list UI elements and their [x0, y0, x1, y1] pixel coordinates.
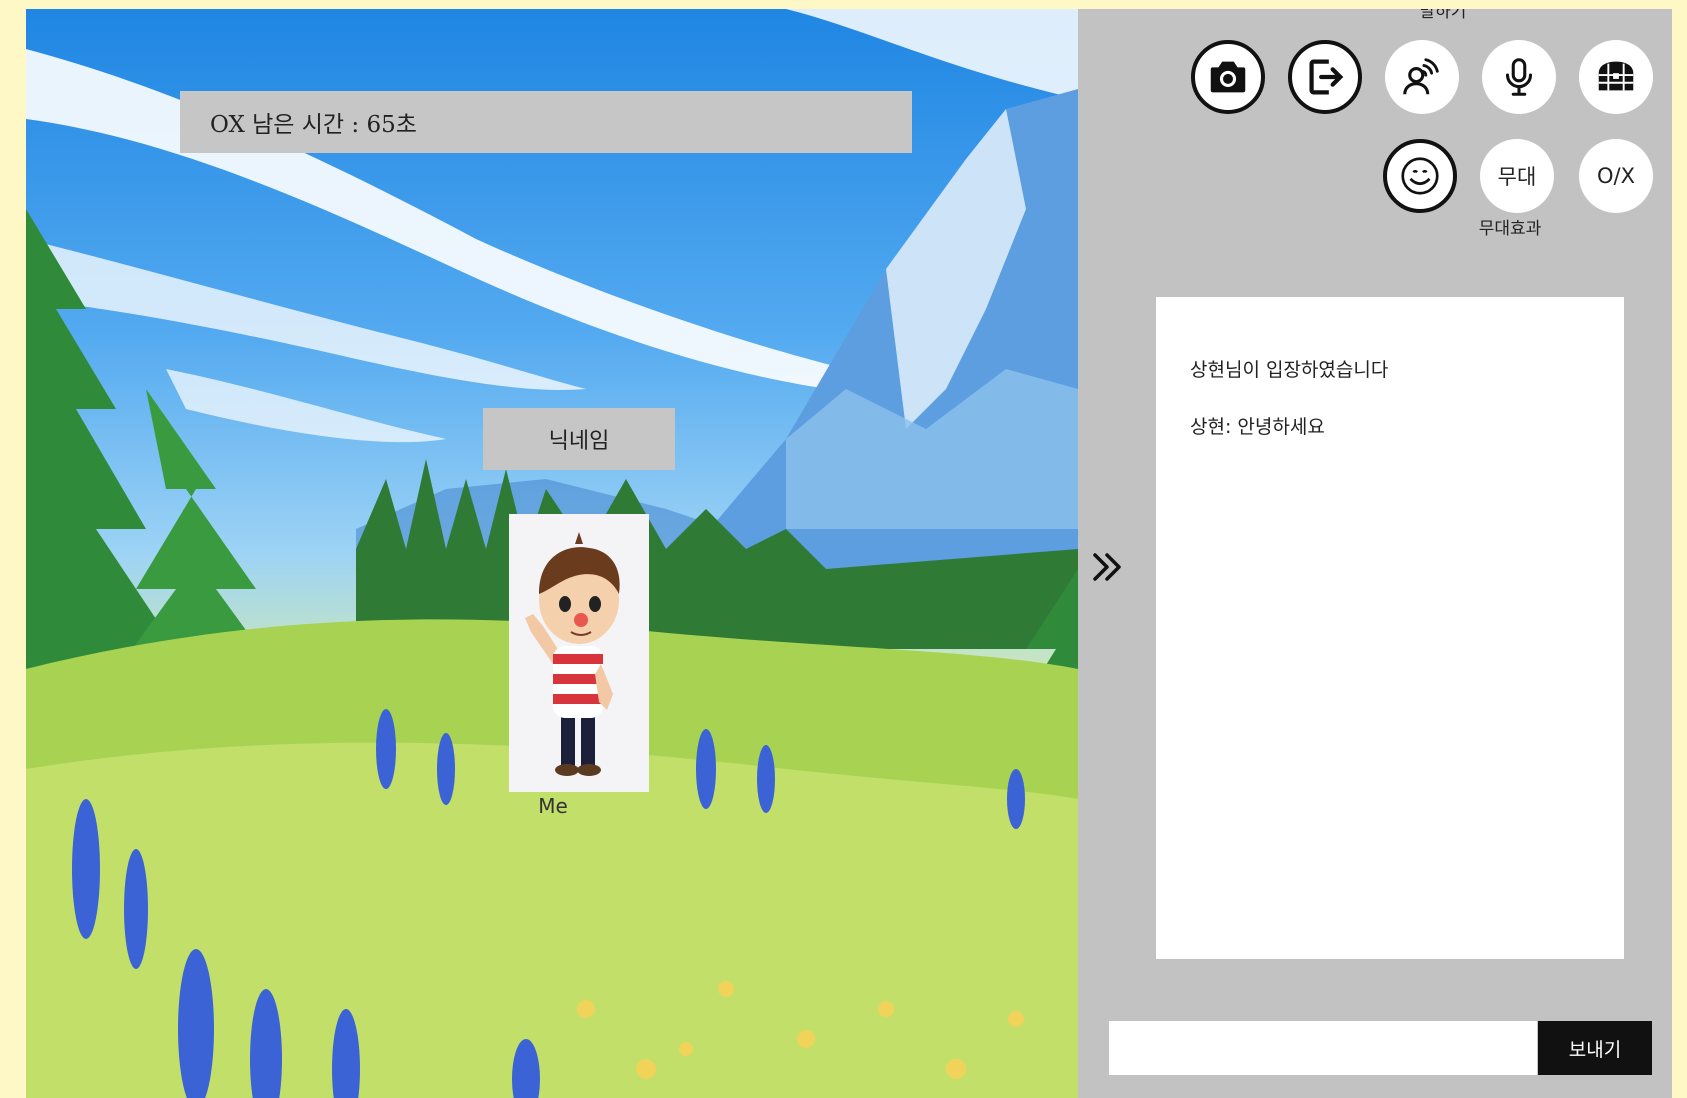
ox-button-label: O/X	[1597, 164, 1635, 188]
ox-timer-banner: OX 남은 시간 : 65초	[180, 91, 912, 153]
side-panel: 말하기 무대 무대효과 O/X 상현님이 입장하였습니다 상현: 안녕하세요 보…	[1078, 9, 1672, 1098]
stage-effect-caption: 무대효과	[1478, 219, 1542, 239]
ox-timer-text: OX 남은 시간 : 65초	[210, 112, 417, 138]
player-avatar[interactable]	[509, 514, 649, 792]
nickname-tag: 닉네임	[483, 408, 675, 470]
exit-button[interactable]	[1288, 40, 1362, 114]
storage-button[interactable]	[1579, 40, 1653, 114]
camera-button[interactable]	[1191, 40, 1265, 114]
chat-message: 상현: 안녕하세요	[1190, 416, 1325, 438]
nickname-text: 닉네임	[548, 429, 610, 454]
speak-label: 말하기	[1419, 9, 1467, 22]
stage-effect-button[interactable]: 무대	[1480, 139, 1554, 213]
microphone-icon	[1505, 58, 1533, 96]
collapse-panel-button[interactable]	[1084, 537, 1130, 597]
smiley-icon	[1401, 157, 1439, 195]
send-button[interactable]: 보내기	[1538, 1021, 1652, 1075]
double-chevron-right-icon	[1093, 553, 1121, 581]
exit-icon	[1309, 59, 1344, 95]
voice-button[interactable]	[1385, 40, 1459, 114]
camera-icon	[1210, 61, 1246, 93]
treasure-chest-icon	[1598, 61, 1634, 91]
avatar-character-image	[509, 514, 649, 792]
microphone-button[interactable]	[1482, 40, 1556, 114]
avatar-label: Me	[538, 794, 568, 818]
ox-button[interactable]: O/X	[1579, 139, 1653, 213]
stage-button-label: 무대	[1497, 165, 1537, 189]
speaking-person-icon	[1403, 58, 1439, 95]
emoji-button[interactable]	[1383, 139, 1457, 213]
chat-message: 상현님이 입장하였습니다	[1190, 359, 1389, 381]
chat-log[interactable]: 상현님이 입장하였습니다 상현: 안녕하세요	[1156, 297, 1624, 959]
chat-input[interactable]	[1109, 1021, 1537, 1075]
game-scene[interactable]: OX 남은 시간 : 65초 닉네임 Me	[26, 9, 1078, 1098]
